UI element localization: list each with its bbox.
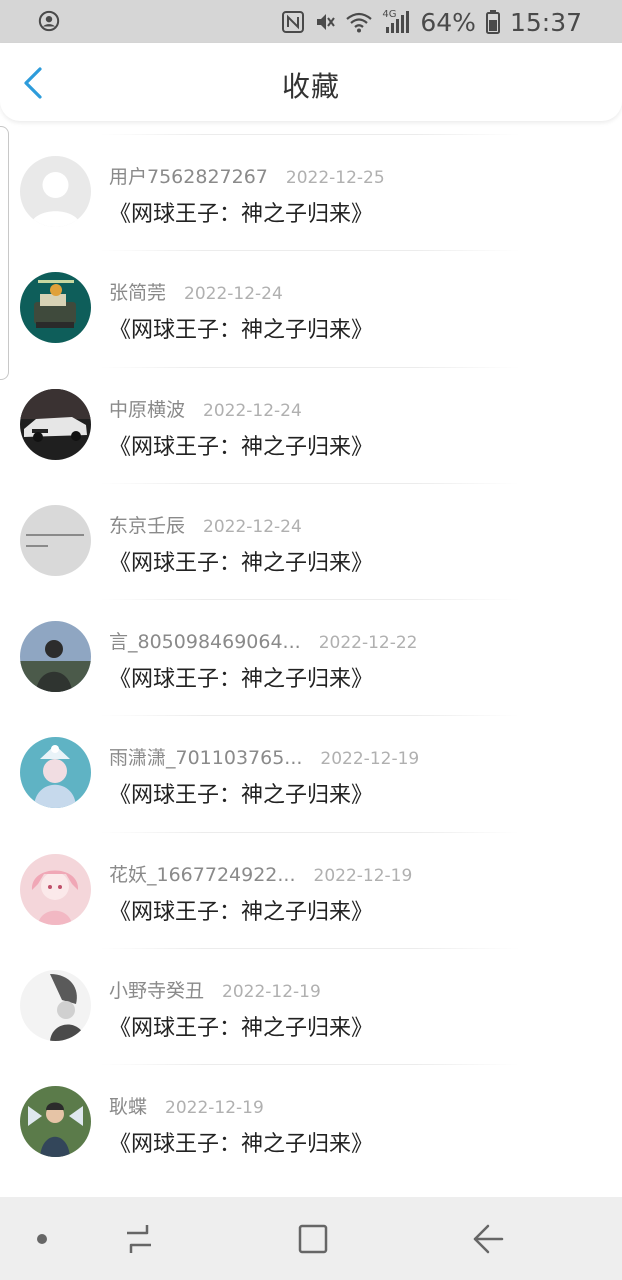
list-item[interactable]: 中原横波 2022-12-24 《网球王子：神之子归来》 [0,366,622,483]
avatar[interactable] [20,272,91,344]
work-title: 《网球王子：神之子归来》 [109,202,374,227]
list-item[interactable]: 东京壬辰 2022-12-24 《网球王子：神之子归来》 [0,482,622,599]
row-divider [100,715,520,717]
mute-icon [317,14,336,30]
user-name: 言_805098469064... [109,631,301,654]
row-divider [100,482,520,484]
row-divider [100,1064,520,1066]
list-item[interactable]: 雨潇潇_701103765... 2022-12-19 《网球王子：神之子归来》 [0,715,622,831]
account-circle-icon [38,10,60,32]
system-nav-bar [0,1197,622,1280]
status-bar: 4G 64% 15:37 [0,0,622,43]
row-divider [100,831,520,833]
avatar[interactable] [20,156,91,227]
list-item[interactable]: 花妖_1667724922... 2022-12-19 《网球王子：神之子归来》 [0,831,622,948]
user-name: 雨潇潇_701103765... [109,747,303,770]
favorite-date: 2022-12-19 [320,749,420,770]
page-title: 收藏 [281,70,340,103]
user-name: 张简莞 [109,282,167,305]
work-title: 《网球王子：神之子归来》 [109,899,374,925]
row-divider [100,948,520,950]
back-arrow-icon[interactable] [466,1217,510,1261]
favorite-date: 2022-12-24 [203,400,302,421]
recent-apps-icon[interactable] [117,1217,161,1261]
work-title: 《网球王子：神之子归来》 [109,783,374,809]
user-name: 用户7562827267 [109,166,268,188]
work-title: 《网球王子：神之子归来》 [109,1016,374,1042]
favorite-date: 2022-12-19 [165,1098,264,1119]
user-name: 耿蝶 [109,1096,148,1119]
row-divider [100,134,520,135]
work-title: 《网球王子：神之子归来》 [109,318,374,344]
avatar[interactable] [20,1086,91,1158]
app-header: 收藏 [0,43,622,121]
list-item[interactable]: 张简莞 2022-12-24 《网球王子：神之子归来》 [0,250,622,366]
nfc-icon [282,11,305,33]
favorite-date: 2022-12-22 [318,633,418,654]
work-title: 《网球王子：神之子归来》 [109,667,374,693]
row-divider [100,599,520,601]
clock: 15:37 [509,7,582,37]
favorite-date: 2022-12-19 [222,982,321,1003]
row-divider [100,366,520,368]
favorite-date: 2022-12-25 [285,168,385,188]
avatar[interactable] [20,621,91,693]
list-item[interactable]: 小野寺癸丑 2022-12-19 《网球王子：神之子归来》 [0,948,622,1064]
avatar[interactable] [20,853,91,925]
row-divider [100,250,520,252]
favorite-date: 2022-12-24 [184,284,283,305]
user-name: 小野寺癸丑 [109,980,205,1003]
work-title: 《网球王子：神之子归来》 [109,1132,374,1158]
signal-icon: 4G [382,9,410,35]
list-item[interactable]: 耿蝶 2022-12-19 《网球王子：神之子归来》 [0,1064,622,1180]
wifi-icon [346,12,373,33]
work-title: 《网球王子：神之子归来》 [109,434,374,460]
list-item[interactable]: 言_805098469064... 2022-12-22 《网球王子：神之子归来》 [0,599,622,715]
dot-icon[interactable] [20,1217,64,1261]
work-title: 《网球王子：神之子归来》 [109,550,374,576]
avatar[interactable] [20,388,91,460]
user-name: 中原横波 [109,398,186,421]
avatar[interactable] [20,504,91,576]
avatar[interactable] [20,970,91,1042]
battery-icon [485,10,500,34]
favorites-list: 用户7562827267 2022-12-25 《网球王子：神之子归来》 张简莞 2… [0,134,622,1181]
avatar[interactable] [20,737,91,809]
user-name: 东京壬辰 [109,514,186,537]
favorite-date: 2022-12-24 [203,516,302,537]
list-item[interactable]: 用户7562827267 2022-12-25 《网球王子：神之子归来》 [0,134,622,250]
battery-percent: 64% [420,7,476,37]
user-name: 花妖_1667724922... [109,863,296,886]
favorite-date: 2022-12-19 [313,865,413,886]
home-icon[interactable] [291,1217,335,1261]
